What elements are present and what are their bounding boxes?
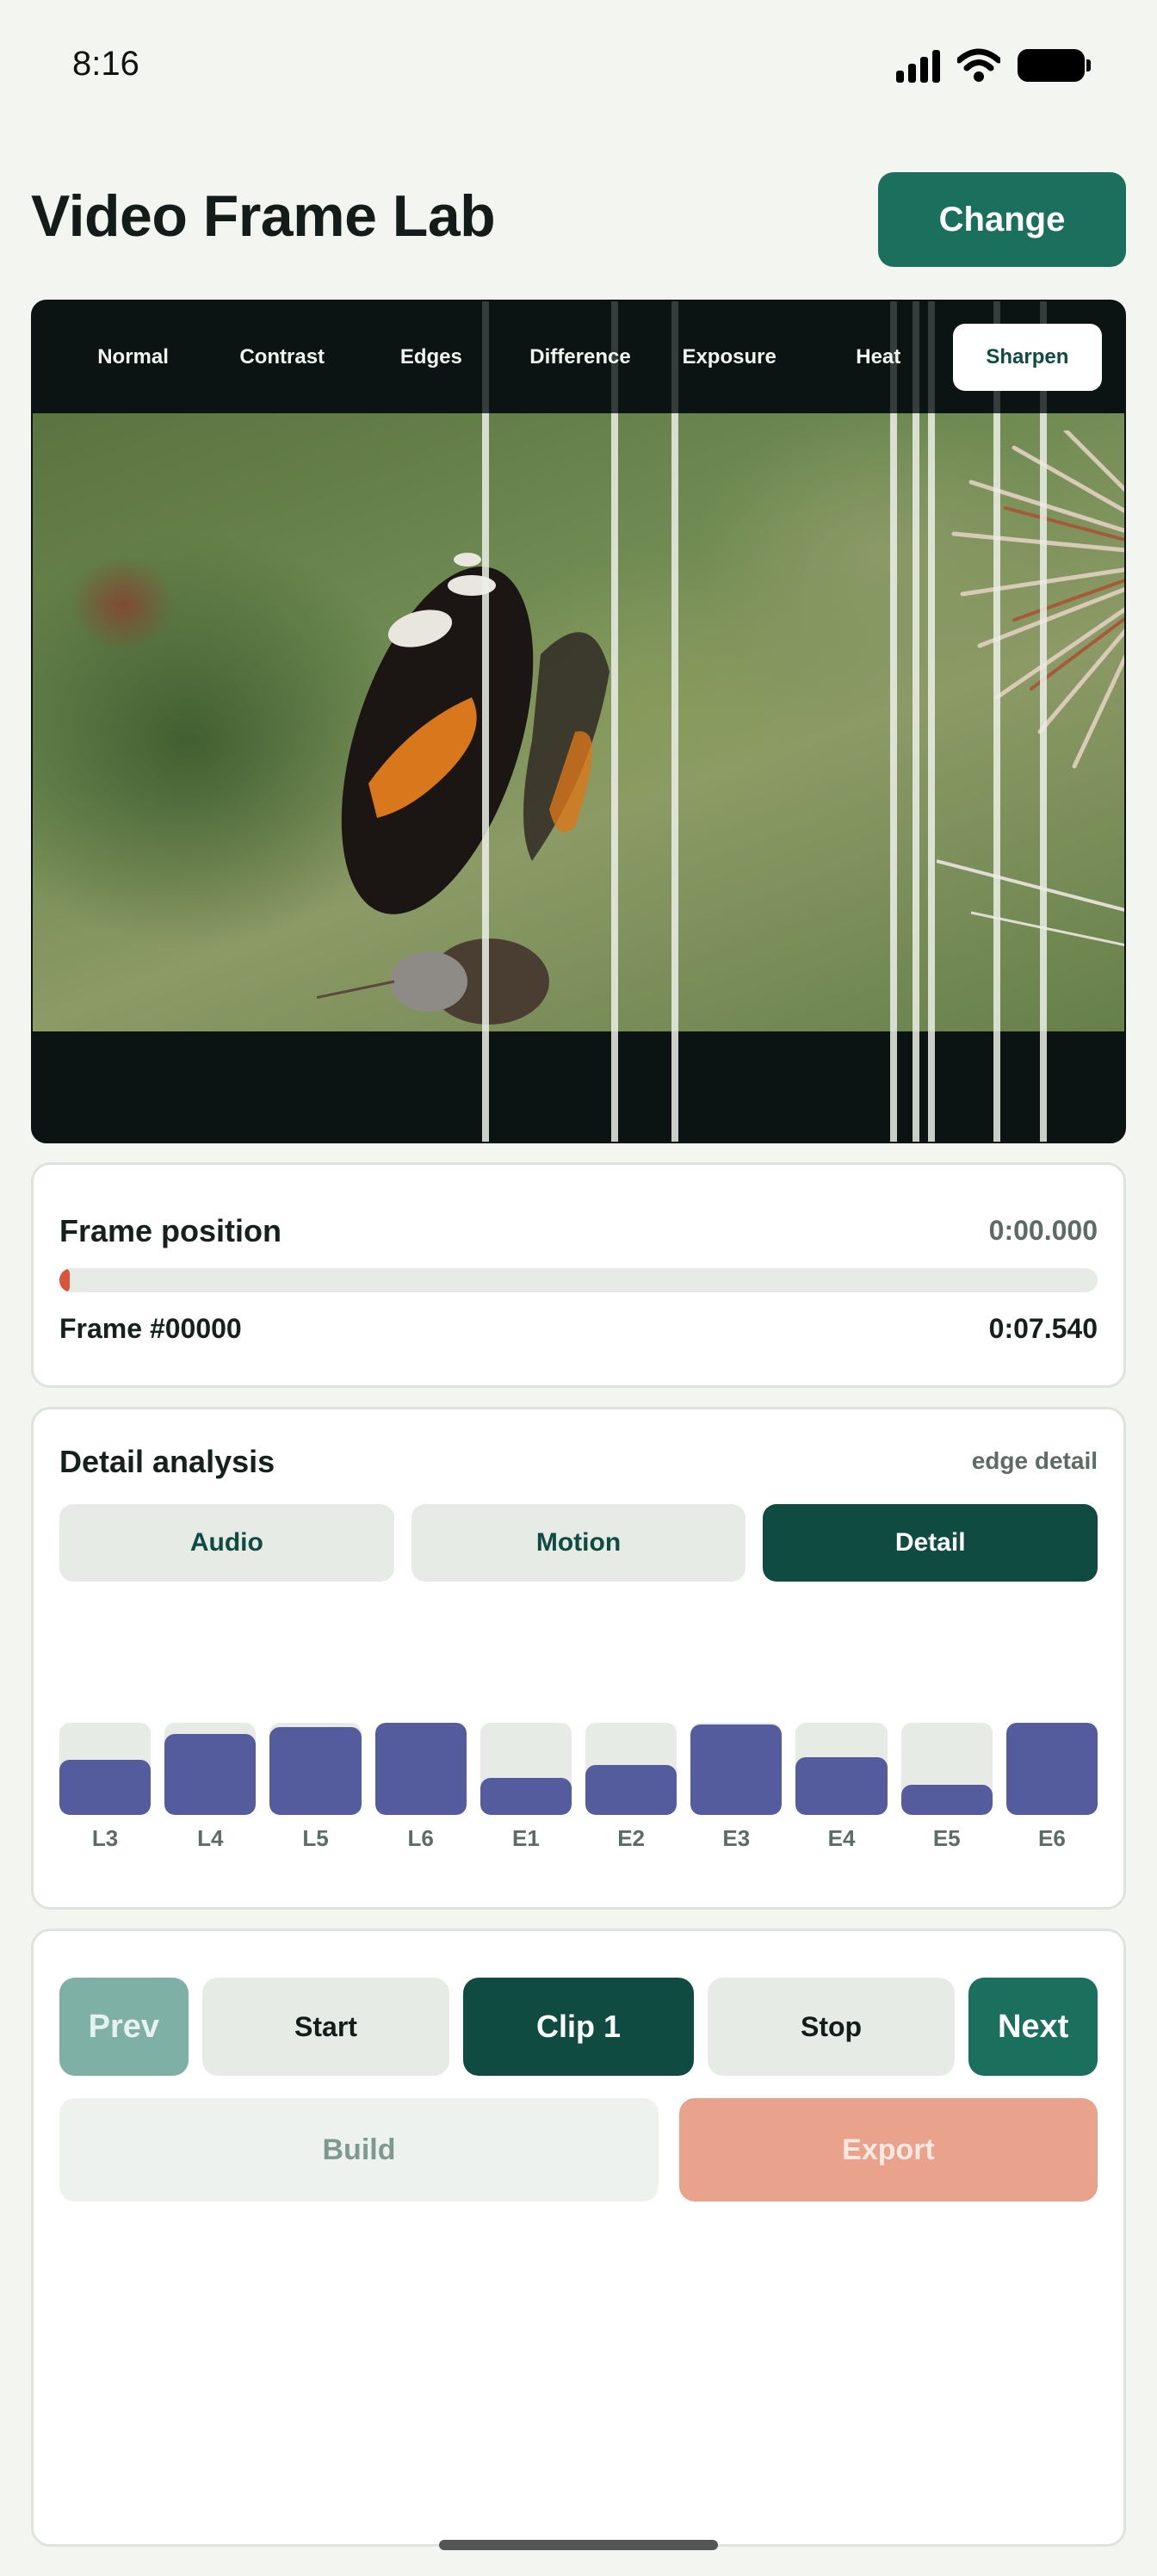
bar-column: E5	[900, 1723, 993, 1852]
mode-tab-contrast[interactable]: Contrast	[207, 324, 356, 391]
signal-icon	[896, 48, 940, 83]
frame-position-card: Frame position 0:00.000 Frame #00000 0:0…	[31, 1162, 1126, 1388]
bar-label: E4	[827, 1825, 856, 1851]
analysis-mode-label: edge detail	[971, 1447, 1098, 1474]
bar-column: E3	[690, 1723, 783, 1852]
butterfly-image	[317, 553, 609, 1025]
scan-line	[913, 301, 919, 1142]
bar-track	[900, 1723, 993, 1815]
bar-column: E1	[480, 1723, 572, 1852]
video-frame	[33, 413, 1124, 1031]
bar-label: E2	[617, 1825, 646, 1851]
mode-tab-difference[interactable]: Difference	[505, 324, 654, 391]
bar-track	[374, 1723, 467, 1815]
bar-track	[480, 1723, 572, 1815]
bar-track	[690, 1723, 783, 1815]
clip-duration: 0:07.540	[988, 1313, 1098, 1344]
bar-column: L6	[374, 1723, 467, 1852]
analysis-title: Detail analysis	[59, 1444, 275, 1479]
frame-number: Frame #00000	[59, 1313, 242, 1344]
scan-line	[1040, 301, 1047, 1142]
change-button[interactable]: Change	[878, 172, 1126, 267]
bar-label: L5	[302, 1825, 329, 1851]
bar-fill	[585, 1765, 677, 1815]
bar-track	[585, 1723, 677, 1815]
bar-column: L5	[269, 1723, 362, 1852]
scrubber-fill	[59, 1268, 71, 1292]
mode-tab-edges[interactable]: Edges	[356, 324, 505, 391]
bar-fill	[374, 1723, 467, 1815]
bar-label: L3	[91, 1825, 119, 1851]
bar-track	[1005, 1723, 1098, 1815]
bar-label: E1	[512, 1825, 540, 1851]
output-controls: Build Export	[59, 2098, 1098, 2201]
tab-motion[interactable]: Motion	[411, 1504, 746, 1582]
thistle-image	[937, 430, 1124, 947]
frame-scrubber[interactable]	[59, 1268, 1098, 1292]
bar-fill	[480, 1778, 572, 1815]
bar-track	[795, 1723, 888, 1815]
bar-column: E2	[585, 1723, 677, 1852]
bar-label: E3	[722, 1825, 751, 1851]
scan-line	[482, 301, 489, 1142]
bar-label: L6	[407, 1825, 434, 1851]
scan-line	[928, 301, 935, 1142]
bar-column: E4	[795, 1723, 888, 1852]
bar-label: E5	[932, 1825, 961, 1851]
scan-line	[671, 301, 678, 1142]
bar-fill	[795, 1756, 888, 1815]
bar-fill	[269, 1727, 362, 1815]
mode-tab-exposure[interactable]: Exposure	[655, 324, 804, 391]
page-title: Video Frame Lab	[31, 183, 496, 249]
status-icons	[896, 48, 1091, 83]
clip-button[interactable]: Clip 1	[463, 1978, 694, 2076]
stop-button[interactable]: Stop	[707, 1978, 956, 2076]
wifi-icon	[957, 48, 1000, 82]
scan-line	[993, 301, 1000, 1142]
bar-fill	[59, 1759, 152, 1815]
prev-button[interactable]: Prev	[59, 1978, 189, 2076]
bar-fill	[690, 1725, 783, 1815]
scan-line	[890, 301, 897, 1142]
scan-line	[611, 301, 618, 1142]
video-viewer[interactable]: Normal Contrast Edges Difference Exposur…	[31, 300, 1126, 1143]
playback-controls: Prev Start Clip 1 Stop Next	[59, 1978, 1098, 2076]
mode-tab-heat[interactable]: Heat	[804, 324, 953, 391]
bar-column: L4	[164, 1723, 257, 1852]
frame-position-title: Frame position	[59, 1213, 282, 1248]
detail-bars: L3 L4 L5 L6 E1 E2 E3 E4 E5 E6	[59, 1723, 1098, 1852]
battery-icon	[1018, 49, 1091, 82]
bar-fill	[1005, 1723, 1098, 1815]
bar-track	[269, 1723, 362, 1815]
build-button[interactable]: Build	[59, 2098, 659, 2201]
start-button[interactable]: Start	[201, 1978, 450, 2076]
controls-card: Prev Start Clip 1 Stop Next Build Export	[31, 1929, 1126, 2547]
analysis-tabs: Audio Motion Detail	[59, 1504, 1098, 1582]
bar-track	[164, 1723, 257, 1815]
home-indicator	[439, 2540, 718, 2550]
analysis-card: Detail analysis edge detail Audio Motion…	[31, 1407, 1126, 1910]
tab-detail[interactable]: Detail	[763, 1504, 1098, 1582]
bar-label: L4	[197, 1825, 224, 1851]
current-time: 0:00.000	[988, 1215, 1098, 1246]
mode-tab-normal[interactable]: Normal	[59, 324, 207, 391]
status-time: 8:16	[72, 45, 139, 83]
status-bar: 8:16	[0, 0, 1157, 129]
bar-label: E6	[1038, 1825, 1066, 1851]
bar-fill	[164, 1733, 257, 1815]
export-button[interactable]: Export	[679, 2098, 1098, 2201]
bar-column: E6	[1005, 1723, 1098, 1852]
mode-tab-sharpen[interactable]: Sharpen	[952, 324, 1102, 391]
bar-track	[59, 1723, 152, 1815]
next-button[interactable]: Next	[968, 1978, 1098, 2076]
tab-audio[interactable]: Audio	[59, 1504, 394, 1582]
bar-column: L3	[59, 1723, 152, 1852]
mode-tabs: Normal Contrast Edges Difference Exposur…	[33, 301, 1124, 413]
bar-fill	[900, 1784, 993, 1815]
